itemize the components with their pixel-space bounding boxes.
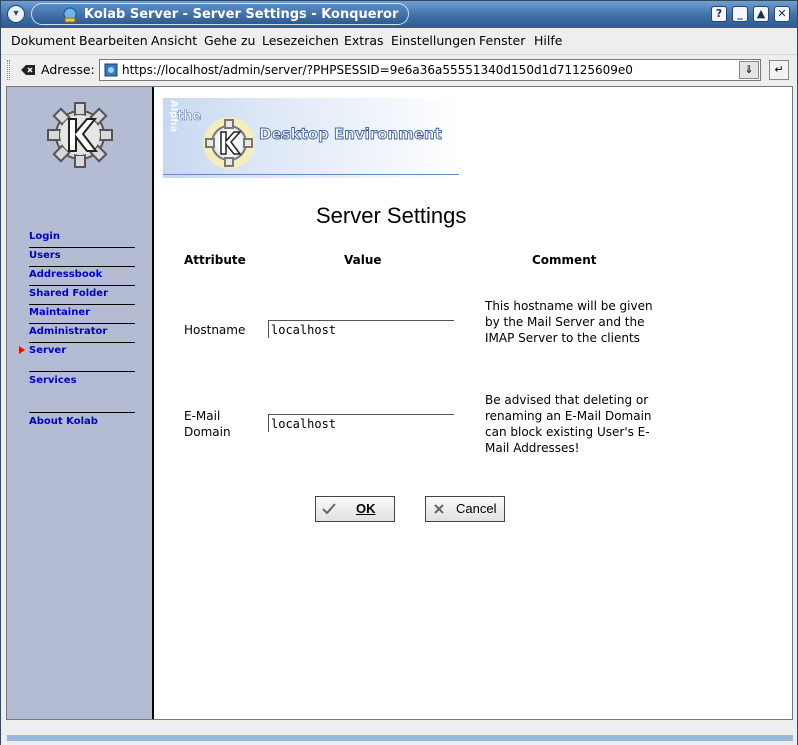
checkmark-icon	[322, 503, 336, 515]
sidebar: Login Users Addressbook Shared Folder Ma…	[7, 87, 152, 719]
konqueror-window: ▾ Kolab Server - Server Settings - Konqu…	[0, 0, 798, 745]
address-bar: Adresse: ⇓ ↵	[1, 54, 797, 84]
menu-lesezeichen[interactable]: Lesezeichen	[262, 33, 339, 48]
go-button[interactable]: ↵	[769, 60, 789, 80]
status-strip	[7, 735, 793, 741]
email-domain-field[interactable]	[268, 414, 454, 432]
nav-administrator[interactable]: Administrator	[29, 326, 135, 343]
menu-extras[interactable]: Extras	[344, 33, 384, 48]
nav-maintainer[interactable]: Maintainer	[29, 307, 135, 324]
help-button[interactable]: ?	[711, 6, 727, 22]
cancel-button[interactable]: Cancel	[425, 496, 505, 522]
column-header-attribute: Attribute	[184, 253, 246, 267]
column-header-value: Value	[344, 253, 382, 267]
nav-server[interactable]: Server	[29, 345, 135, 362]
hostname-field[interactable]	[268, 320, 454, 338]
kde-banner: Alpha the Desktop Environment	[163, 98, 461, 178]
column-header-comment: Comment	[532, 253, 597, 267]
ok-button-label: OK	[356, 501, 376, 516]
clear-location-icon[interactable]	[19, 62, 37, 78]
nav-about-kolab[interactable]: About Kolab	[29, 416, 135, 433]
menu-hilfe[interactable]: Hilfe	[534, 33, 562, 48]
menu-dokument[interactable]: Dokument	[11, 33, 76, 48]
cancel-x-icon	[434, 504, 444, 514]
toolbar-grip[interactable]	[7, 60, 10, 80]
menu-bar: Dokument Bearbeiten Ansicht Gehe zu Lese…	[1, 28, 797, 52]
menu-ansicht[interactable]: Ansicht	[151, 33, 197, 48]
status-bar	[1, 721, 797, 745]
kde-banner-graphic: Alpha the Desktop Environment	[168, 100, 442, 169]
konqueror-icon	[63, 7, 77, 23]
nav-shared-folder[interactable]: Shared Folder	[29, 288, 135, 305]
banner-desktop-environment-text: Desktop Environment	[259, 125, 442, 143]
title-bar[interactable]: ▾ Kolab Server - Server Settings - Konqu…	[1, 1, 797, 28]
menu-fenster[interactable]: Fenster	[479, 33, 525, 48]
menu-bearbeiten[interactable]: Bearbeiten	[79, 33, 148, 48]
nav-divider	[29, 412, 135, 413]
email-domain-label: E-Mail Domain	[184, 409, 231, 439]
current-page-arrow-icon	[19, 346, 25, 354]
nav-addressbook[interactable]: Addressbook	[29, 269, 135, 286]
minimize-button[interactable]: _	[732, 6, 748, 22]
menu-gehe-zu[interactable]: Gehe zu	[204, 33, 255, 48]
kde-gear-logo	[47, 102, 113, 168]
window-menu-button[interactable]: ▾	[7, 5, 25, 23]
cancel-button-label: Cancel	[456, 501, 497, 516]
email-domain-comment: Be advised that deleting or renaming an …	[485, 393, 652, 455]
close-button[interactable]: ✕	[774, 6, 790, 22]
nav-divider	[29, 371, 135, 372]
page-favicon-icon	[104, 63, 118, 77]
window-title: Kolab Server - Server Settings - Konquer…	[84, 7, 399, 22]
banner-underline	[163, 174, 459, 175]
history-dropdown-button[interactable]: ⇓	[739, 61, 759, 79]
hostname-comment: This hostname will be given by the Mail …	[485, 299, 653, 345]
url-input[interactable]	[99, 59, 761, 81]
address-label: Adresse:	[41, 62, 95, 77]
page-content: Login Users Addressbook Shared Folder Ma…	[6, 86, 793, 720]
nav-users[interactable]: Users	[29, 250, 135, 267]
nav-login[interactable]: Login	[29, 231, 135, 248]
ok-button[interactable]: OK	[315, 496, 395, 522]
page-title: Server Settings	[316, 203, 467, 228]
hostname-label: Hostname	[184, 323, 246, 337]
nav-services[interactable]: Services	[29, 375, 135, 392]
banner-the-text: the	[177, 109, 201, 124]
sidebar-border	[152, 87, 154, 719]
maximize-button[interactable]: ▲	[753, 6, 769, 22]
title-pill: Kolab Server - Server Settings - Konquer…	[31, 3, 409, 25]
menu-einstellungen[interactable]: Einstellungen	[391, 33, 476, 48]
